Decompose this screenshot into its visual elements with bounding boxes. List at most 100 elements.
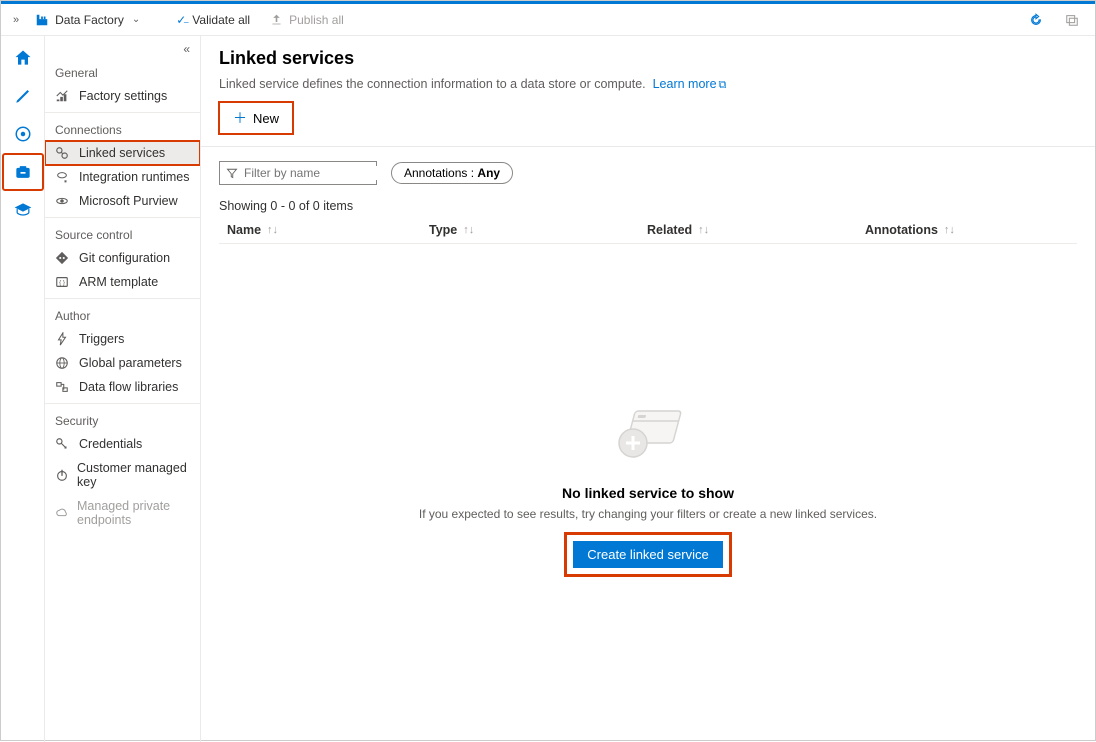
filter-row: Annotations : Any (219, 161, 1077, 185)
sidebar-item-cmk[interactable]: Customer managed key (45, 456, 200, 494)
svg-text:{ }: { } (59, 280, 65, 287)
toolbar-right (1021, 9, 1087, 31)
collapse-sidebar-icon[interactable]: « (45, 42, 200, 60)
check-icon: ✓̲ (176, 13, 186, 27)
col-type[interactable]: Type↑↓ (429, 223, 647, 237)
sidebar-item-factory-settings[interactable]: Factory settings (45, 84, 200, 108)
empty-title: No linked service to show (562, 485, 734, 501)
new-button-highlight: ＋ New (219, 102, 293, 134)
refresh-button[interactable] (1021, 9, 1051, 31)
sb-label: Triggers (79, 332, 124, 346)
filter-input-wrap[interactable] (219, 161, 377, 185)
top-toolbar: » Data Factory ⌄ ✓̲ Validate all Publish… (1, 4, 1095, 36)
sidebar-item-managed-endpoints: Managed private endpoints (45, 494, 200, 532)
sb-label: Customer managed key (77, 461, 190, 489)
divider (45, 112, 200, 113)
sidebar-item-triggers[interactable]: Triggers (45, 327, 200, 351)
sidebar-item-integration-runtimes[interactable]: Integration runtimes (45, 165, 200, 189)
sb-label: Global parameters (79, 356, 182, 370)
publish-all-button[interactable]: Publish all (262, 9, 352, 31)
sb-label: ARM template (79, 275, 158, 289)
divider (45, 217, 200, 218)
chevron-down-icon: ⌄ (132, 14, 140, 25)
upload-icon (270, 13, 283, 26)
new-button[interactable]: ＋ New (219, 102, 293, 134)
sort-icon: ↑↓ (267, 224, 278, 236)
sb-group-security: Security (45, 408, 200, 432)
arm-icon: { } (55, 275, 71, 289)
key-icon (55, 437, 71, 451)
git-icon (55, 251, 71, 265)
link-icon (55, 146, 71, 160)
sb-label: Linked services (79, 146, 165, 160)
main-layout: « General Factory settings Connections L… (1, 36, 1095, 742)
empty-subtitle: If you expected to see results, try chan… (419, 507, 877, 521)
plus-icon: ＋ (233, 108, 247, 128)
table-header: Name↑↓ Type↑↓ Related↑↓ Annotations↑↓ (219, 223, 1077, 244)
trigger-icon (55, 332, 71, 346)
workspace-name: Data Factory (55, 13, 124, 27)
create-linked-service-button[interactable]: Create linked service (573, 541, 722, 568)
sidebar-item-purview[interactable]: Microsoft Purview (45, 189, 200, 213)
publish-label: Publish all (289, 13, 344, 27)
sb-group-connections: Connections (45, 117, 200, 141)
sb-label: Factory settings (79, 89, 167, 103)
expand-chevron-icon[interactable]: » (9, 14, 23, 26)
validate-label: Validate all (192, 13, 250, 27)
cloud-icon (55, 506, 69, 520)
sb-group-author: Author (45, 303, 200, 327)
sort-icon: ↑↓ (698, 224, 709, 236)
globe-icon (55, 356, 71, 370)
create-button-highlight: Create linked service (567, 535, 728, 574)
sidebar-item-global-params[interactable]: Global parameters (45, 351, 200, 375)
sb-label: Git configuration (79, 251, 170, 265)
divider (201, 146, 1095, 147)
sidebar-item-linked-services[interactable]: Linked services (45, 141, 200, 165)
runtime-icon (55, 170, 71, 184)
divider (45, 298, 200, 299)
sb-group-general: General (45, 60, 200, 84)
power-icon (55, 468, 69, 482)
feedback-button[interactable] (1057, 9, 1087, 31)
empty-state: No linked service to show If you expecte… (219, 244, 1077, 730)
sb-label: Credentials (79, 437, 142, 451)
showing-count: Showing 0 - 0 of 0 items (219, 199, 1077, 213)
sb-label: Integration runtimes (79, 170, 189, 184)
page-title: Linked services (219, 48, 1077, 69)
filter-input[interactable] (244, 166, 399, 180)
workspace-switcher[interactable]: Data Factory ⌄ (27, 9, 148, 31)
sidebar-item-dataflow-libs[interactable]: Data flow libraries (45, 375, 200, 399)
sb-label: Microsoft Purview (79, 194, 178, 208)
validate-all-button[interactable]: ✓̲ Validate all (168, 9, 258, 31)
purview-icon (55, 194, 71, 208)
divider (45, 403, 200, 404)
sidebar-item-git[interactable]: Git configuration (45, 246, 200, 270)
sidebar-item-credentials[interactable]: Credentials (45, 432, 200, 456)
sort-icon: ↑↓ (944, 224, 955, 236)
learn-more-link[interactable]: Learn more (653, 77, 717, 91)
rail-manage[interactable] (3, 154, 43, 190)
new-label: New (253, 111, 279, 126)
sb-group-source-control: Source control (45, 222, 200, 246)
content-area: Linked services Linked service defines t… (201, 36, 1095, 742)
sort-icon: ↑↓ (463, 224, 474, 236)
sidebar-item-arm[interactable]: { } ARM template (45, 270, 200, 294)
rail-monitor[interactable] (3, 116, 43, 152)
settings-icon (55, 89, 71, 103)
rail-learn[interactable] (3, 192, 43, 228)
manage-sidebar: « General Factory settings Connections L… (45, 36, 201, 742)
page-subtitle: Linked service defines the connection in… (219, 77, 1077, 92)
col-name[interactable]: Name↑↓ (219, 223, 429, 237)
col-annotations[interactable]: Annotations↑↓ (865, 223, 1077, 237)
factory-icon (35, 13, 49, 27)
rail-home[interactable] (3, 40, 43, 76)
nav-rail (1, 36, 45, 742)
rail-author[interactable] (3, 78, 43, 114)
sb-label: Managed private endpoints (77, 499, 190, 527)
annotations-filter[interactable]: Annotations : Any (391, 162, 513, 184)
col-related[interactable]: Related↑↓ (647, 223, 865, 237)
sb-label: Data flow libraries (79, 380, 178, 394)
dataflow-icon (55, 380, 71, 394)
filter-icon (226, 167, 238, 179)
empty-illustration-icon (603, 401, 693, 471)
